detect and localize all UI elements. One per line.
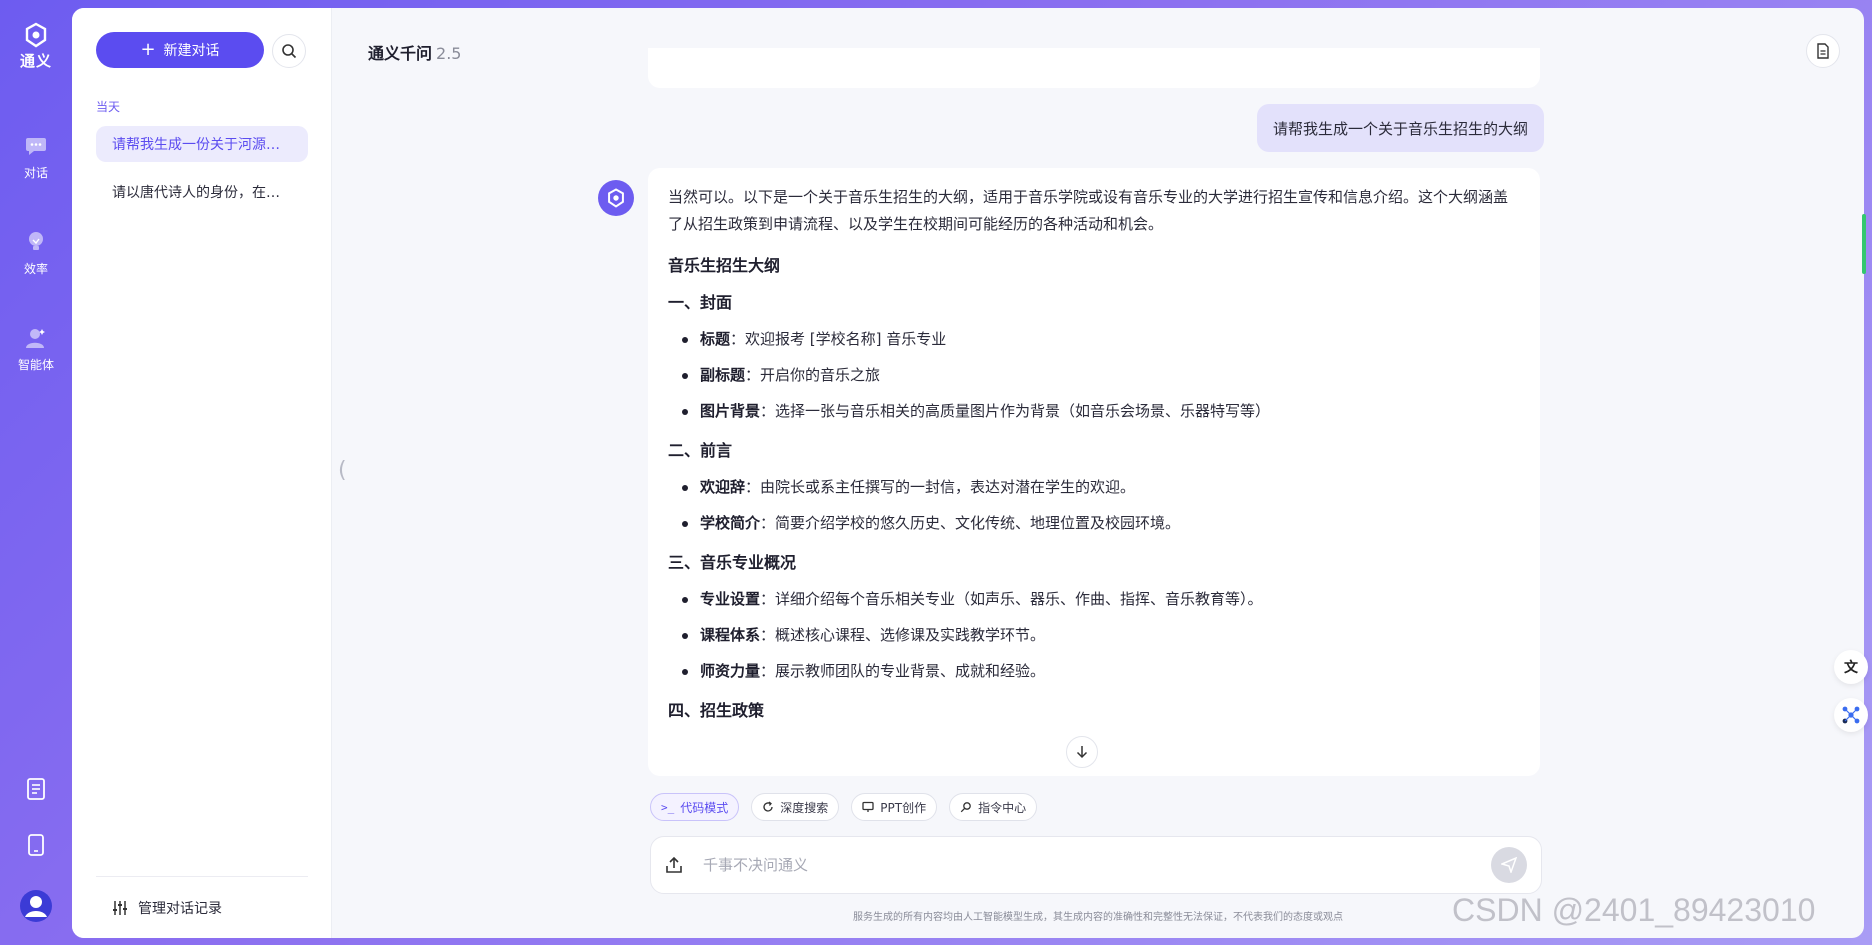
tool-code-mode[interactable]: >_ 代码模式	[650, 793, 740, 821]
scrollbar-thumb[interactable]	[1862, 214, 1866, 274]
user-message-text: 请帮我生成一个关于音乐生招生的大纲	[1272, 119, 1528, 138]
export-button[interactable]	[1806, 34, 1840, 68]
rail-item-label: 效率	[23, 262, 48, 276]
arrow-down-icon	[1076, 746, 1088, 759]
history-item-title: 请以唐代诗人的身份，在面对	[112, 185, 292, 201]
sidebar-divider	[96, 876, 308, 877]
translate-button[interactable]: 文	[1834, 650, 1868, 684]
scroll-to-bottom-button[interactable]	[1066, 736, 1098, 768]
send-icon	[1501, 857, 1517, 873]
tool-label: 指令中心	[978, 800, 1027, 815]
user-avatar-icon	[20, 890, 52, 922]
chat-icon	[24, 134, 48, 158]
document-button[interactable]	[0, 778, 72, 800]
section-heading: 一、封面	[668, 293, 733, 312]
tool-command-center[interactable]: 指令中心	[949, 793, 1038, 821]
magic-search-icon	[960, 802, 971, 813]
tool-ppt[interactable]: PPT创作	[851, 793, 938, 821]
lightbulb-icon	[24, 230, 48, 254]
list-item: 课程体系：概述核心课程、选修课及实践教学环节。	[668, 622, 1520, 649]
tongyi-logo-icon	[608, 188, 624, 208]
list-item: 标题：欢迎报考 [学校名称] 音乐专业	[668, 326, 1520, 353]
brand-name: 通义	[19, 52, 52, 70]
quick-tools: >_ 代码模式 深度搜索 PPT创作 指令中心	[650, 793, 1038, 821]
list-item: 图片背景：选择一张与音乐相关的高质量图片作为背景（如音乐会场景、乐器特写等）	[668, 398, 1520, 425]
tool-deep-search[interactable]: 深度搜索	[751, 793, 840, 821]
answer-title: 音乐生招生大纲	[668, 256, 781, 275]
assistant-answer: 当然可以。以下是一个关于音乐生招生的大纲，适用于音乐学院或设有音乐专业的大学进行…	[648, 168, 1540, 776]
list-item: 师资力量：展示教师团队的专业背景、成就和经验。	[668, 658, 1520, 685]
tool-label: 代码模式	[680, 800, 729, 815]
new-chat-button[interactable]: + 新建对话	[96, 32, 264, 68]
history-item[interactable]: 请以唐代诗人的身份，在面对	[96, 174, 308, 210]
page-title: 通义千问 2.5	[368, 40, 461, 64]
previous-message-card	[648, 48, 1540, 88]
manage-history-label: 管理对话记录	[138, 901, 222, 917]
search-icon	[282, 44, 297, 59]
history-sidebar: + 新建对话 当天 请帮我生成一份关于河源某... 请以唐代诗人的身份，在面对 …	[72, 8, 332, 938]
mobile-phone-icon	[28, 834, 44, 856]
tool-label: 深度搜索	[780, 800, 829, 815]
sliders-icon	[113, 901, 127, 915]
section-heading: 二、前言	[668, 441, 733, 460]
rail-item-label: 对话	[23, 166, 48, 180]
terminal-icon: >_	[661, 800, 675, 814]
send-button[interactable]	[1491, 847, 1527, 883]
network-icon	[1842, 706, 1860, 724]
tongyi-logo-icon	[25, 22, 47, 48]
rail-item-label: 智能体	[17, 358, 54, 372]
upload-icon[interactable]	[665, 856, 683, 874]
section-heading: 四、招生政策	[668, 701, 765, 720]
brand-logo[interactable]: 通义	[0, 22, 72, 71]
answer-intro: 当然可以。以下是一个关于音乐生招生的大纲，适用于音乐学院或设有音乐专业的大学进行…	[668, 188, 1509, 233]
document-export-icon	[1817, 43, 1829, 59]
section-list: 标题：欢迎报考 [学校名称] 音乐专业 副标题：开启你的音乐之旅 图片背景：选择…	[668, 326, 1520, 425]
list-item: 副标题：开启你的音乐之旅	[668, 362, 1520, 389]
list-item: 学校简介：简要介绍学校的悠久历史、文化传统、地理位置及校园环境。	[668, 510, 1520, 537]
assistant-avatar	[598, 180, 634, 216]
model-version: 2.5	[436, 44, 462, 63]
list-item: 专业设置：详细介绍每个音乐相关专业（如声乐、器乐、作曲、指挥、音乐教育等）。	[668, 586, 1520, 613]
rail-item-chat[interactable]: 对话	[0, 134, 72, 181]
document-icon	[27, 778, 45, 800]
disclaimer-text: 服务生成的所有内容均由人工智能模型生成，其生成内容的准确性和完整性无法保证，不代…	[853, 912, 1343, 923]
agent-icon	[24, 326, 48, 350]
chat-input[interactable]	[703, 856, 1491, 874]
tool-label: PPT创作	[880, 800, 927, 815]
mobile-button[interactable]	[0, 834, 72, 856]
assistant-float-button[interactable]	[1834, 698, 1868, 732]
section-heading: 三、音乐专业概况	[668, 553, 797, 572]
history-item[interactable]: 请帮我生成一份关于河源某...	[96, 126, 308, 162]
refresh-search-icon	[763, 801, 773, 812]
watermark-text: CSDN @2401_89423010	[1452, 892, 1816, 928]
user-message-bubble: 请帮我生成一个关于音乐生招生的大纲	[1256, 104, 1544, 152]
search-button[interactable]	[272, 34, 306, 68]
sidebar-collapse-handle[interactable]: (	[338, 458, 347, 483]
plus-icon: +	[140, 39, 156, 60]
translate-icon: 文	[1844, 660, 1858, 676]
list-item: 欢迎辞：由院长或系主任撰写的一封信，表达对潜在学生的欢迎。	[668, 474, 1520, 501]
model-name: 通义千问	[368, 44, 433, 63]
new-chat-label: 新建对话	[163, 43, 220, 59]
history-item-title: 请帮我生成一份关于河源某...	[112, 137, 292, 153]
left-rail: 通义 对话 效率 智能体	[0, 0, 72, 945]
chat-input-box	[650, 836, 1542, 894]
rail-item-efficiency[interactable]: 效率	[0, 230, 72, 277]
manage-history-button[interactable]: 管理对话记录	[112, 898, 222, 918]
section-list: 专业设置：详细介绍每个音乐相关专业（如声乐、器乐、作曲、指挥、音乐教育等）。 课…	[668, 586, 1520, 685]
rail-item-agents[interactable]: 智能体	[0, 326, 72, 373]
presentation-icon	[862, 801, 874, 812]
history-section-label: 当天	[96, 100, 121, 114]
section-list: 欢迎辞：由院长或系主任撰写的一封信，表达对潜在学生的欢迎。 学校简介：简要介绍学…	[668, 474, 1520, 537]
avatar[interactable]	[0, 890, 72, 922]
